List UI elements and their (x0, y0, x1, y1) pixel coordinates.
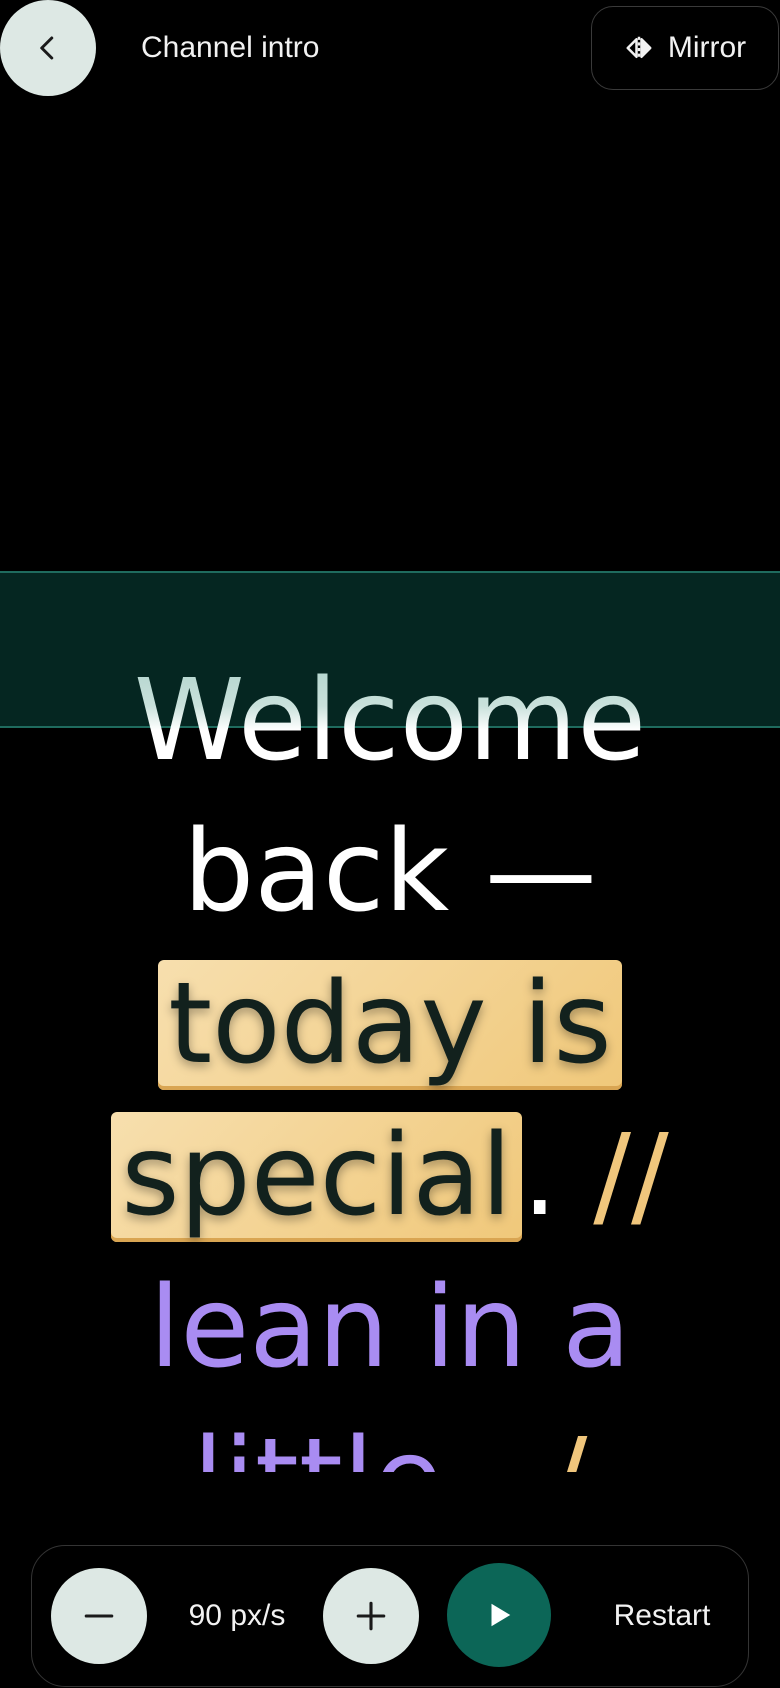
comment-marker: / (550, 1415, 588, 1475)
script-word-welcome: Welcome (134, 645, 646, 797)
highlight-special: special (111, 1112, 523, 1242)
mirror-button[interactable]: Mirror (591, 6, 779, 90)
script-line: today is (0, 948, 780, 1100)
minus-icon (84, 1614, 114, 1618)
mirror-label: Mirror (667, 31, 747, 64)
decrease-speed-button[interactable] (51, 1568, 147, 1664)
playback-controls: 90 px/s Restart (31, 1545, 749, 1687)
teleprompter-screen: Welcome back — today is special. // lean… (0, 0, 780, 1688)
comment-marker: // (593, 1111, 669, 1241)
aside-text: lean in a (149, 1263, 631, 1393)
speed-readout: 90 px/s (188, 1599, 286, 1632)
back-button[interactable] (0, 0, 96, 96)
script-line: special. // (0, 1100, 780, 1252)
chevron-left-icon (40, 36, 54, 60)
plus-icon (356, 1601, 386, 1631)
script-line: back — (0, 796, 780, 948)
script-punctuation: . (522, 1111, 558, 1241)
aside-text: little (193, 1415, 443, 1475)
script-line: lean in a (0, 1252, 780, 1404)
highlight-today-is: today is (158, 960, 622, 1090)
mirror-flip-icon (626, 36, 652, 60)
page-title: Channel intro (141, 31, 320, 64)
script-line: little / (0, 1404, 780, 1475)
script-viewport[interactable]: Welcome back — today is special. // lean… (0, 0, 780, 1475)
restart-button[interactable]: Restart (592, 1594, 732, 1638)
play-icon (491, 1603, 511, 1627)
play-button[interactable] (447, 1563, 551, 1667)
script-text: Welcome back — today is special. // lean… (0, 0, 780, 1475)
script-line: Welcome (0, 645, 780, 797)
increase-speed-button[interactable] (323, 1568, 419, 1664)
script-text-back: back — (183, 807, 597, 937)
